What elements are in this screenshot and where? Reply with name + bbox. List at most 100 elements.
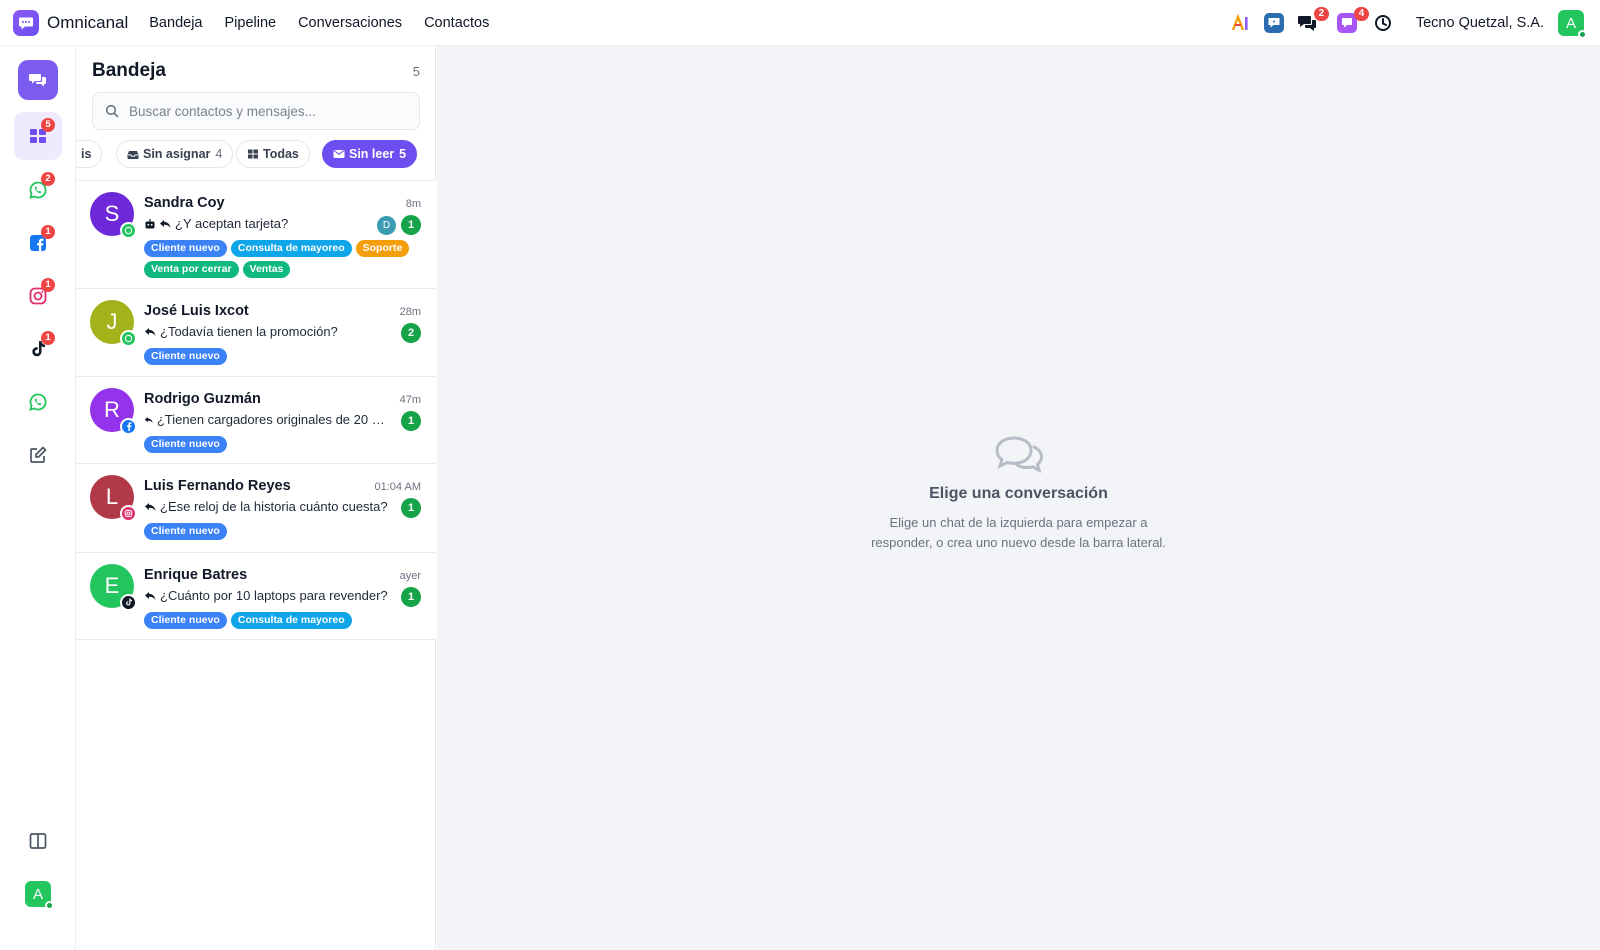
nav-pipeline[interactable]: Pipeline [224, 15, 276, 31]
message-text: ¿Cuánto por 10 laptops para revender? [160, 588, 388, 603]
unread-count: 1 [401, 215, 421, 235]
tag-list: Cliente nuevo [144, 436, 426, 453]
rail-badge: 1 [41, 331, 55, 345]
search-icon [105, 104, 119, 118]
rail-instagram[interactable]: 1 [14, 272, 62, 320]
tag-list: Cliente nuevo [144, 348, 426, 365]
message-text: ¿Ese reloj de la historia cuánto cuesta? [160, 499, 388, 514]
inbox-tray-icon [127, 151, 139, 159]
envelope-icon [333, 150, 345, 158]
nav-contactos[interactable]: Contactos [424, 15, 489, 31]
user-avatar: A [25, 881, 54, 910]
reply-icon [145, 591, 156, 600]
message-preview: ¿Cuánto por 10 laptops para revender? [144, 588, 390, 603]
columns-icon [29, 833, 47, 849]
brand[interactable]: Omnicanal [13, 9, 129, 36]
filter-chip-all[interactable]: Todas [236, 140, 310, 168]
tag-list: Cliente nuevo Consulta de mayoreo Soport… [144, 240, 426, 278]
tag-list: Cliente nuevo [144, 523, 426, 540]
rail-whatsapp-secondary[interactable] [14, 378, 62, 426]
chat-logo-icon [13, 9, 39, 36]
empty-state-description: Elige un chat de la izquierda para empez… [437, 513, 1600, 553]
rail-user-avatar[interactable]: A [14, 870, 62, 918]
message-time: 01:04 AM [374, 481, 421, 493]
filter-label: Sin asignar [143, 147, 211, 161]
filter-count: 4 [215, 147, 223, 161]
contact-avatar: L [90, 475, 137, 522]
user-avatar-letter: A [1565, 14, 1576, 32]
reply-icon [160, 219, 171, 228]
rail-facebook[interactable]: 1 [14, 219, 62, 267]
avatar-initial: E [104, 573, 120, 598]
conversation-item[interactable]: J José Luis Ixcot 28m ¿Todavía tienen la… [76, 289, 436, 377]
message-preview: ¿Tienen cargadores originales de 20 W pa… [144, 412, 390, 427]
tag: Venta por cerrar [144, 261, 239, 278]
tag: Cliente nuevo [144, 436, 227, 453]
message-time: 8m [405, 198, 421, 210]
message-text: ¿Tienen cargadores originales de 20 W pa… [156, 412, 390, 427]
unread-count: 1 [401, 498, 421, 518]
company-name[interactable]: Tecno Quetzal, S.A. [1416, 15, 1544, 31]
avatar-initial: L [105, 484, 119, 509]
tag: Consulta de mayoreo [230, 240, 352, 257]
inbox-title: Bandeja [92, 60, 166, 81]
conversation-item[interactable]: E Enrique Batres ayer ¿Cuánto por 10 lap… [76, 553, 436, 640]
conversation-item[interactable]: S Sandra Coy 8m ¿Y aceptan tarjeta? D 1 … [76, 181, 436, 289]
support-chat-icon[interactable] [1263, 12, 1285, 34]
filter-label: Sin leer [349, 147, 395, 161]
rail-badge: 2 [41, 172, 55, 186]
message-preview: ¿Ese reloj de la historia cuánto cuesta? [144, 499, 390, 514]
contact-avatar: R [90, 388, 137, 435]
messages-icon[interactable]: 2 [1296, 7, 1329, 34]
rail-tiktok[interactable]: 1 [14, 325, 62, 373]
filter-count: 5 [399, 147, 407, 161]
filter-chips: is Sin asignar 4 Todas Sin leer 5 [76, 140, 436, 170]
empty-state: Elige una conversación Elige un chat de … [437, 434, 1600, 553]
contact-name: Enrique Batres [144, 567, 248, 583]
rail-badge: 1 [41, 278, 55, 292]
main-nav: Bandeja Pipeline Conversaciones Contacto… [149, 15, 511, 31]
clock-icon[interactable] [1372, 12, 1394, 34]
rail-whatsapp[interactable]: 2 [14, 166, 62, 214]
message-time: ayer [399, 570, 421, 582]
filter-chip-unread[interactable]: Sin leer 5 [322, 140, 418, 168]
filter-label: Todas [263, 147, 299, 161]
search-box [92, 92, 420, 130]
tag-list: Cliente nuevo Consulta de mayoreo [144, 612, 426, 629]
search-input[interactable] [129, 103, 409, 119]
avatar-initial: J [106, 309, 118, 334]
ai-icon[interactable] [1230, 12, 1252, 34]
comments-icon [29, 74, 46, 87]
filter-label: is [81, 147, 92, 161]
conversations-home-button[interactable] [18, 60, 58, 100]
filter-chip-partial[interactable]: is [76, 140, 103, 168]
contact-avatar: E [90, 564, 137, 611]
empty-state-title: Elige una conversación [929, 485, 1108, 502]
tag: Cliente nuevo [144, 612, 227, 629]
top-bar: Omnicanal Bandeja Pipeline Conversacione… [0, 0, 1600, 46]
nav-bandeja[interactable]: Bandeja [149, 15, 202, 31]
avatar-initial: S [104, 201, 120, 226]
inbox-panel: Bandeja 5 is Sin asignar 4 Todas Sin lee… [76, 46, 436, 950]
message-text: ¿Y aceptan tarjeta? [175, 216, 289, 231]
app-name: Omnicanal [47, 12, 129, 32]
nav-conversaciones[interactable]: Conversaciones [298, 15, 402, 31]
rail-inbox-all[interactable]: 5 [14, 112, 62, 160]
message-preview: ¿Y aceptan tarjeta? [144, 216, 390, 231]
panel-toggle-button[interactable] [14, 817, 62, 865]
contact-name: José Luis Ixcot [144, 303, 249, 319]
user-avatar-letter: A [32, 885, 43, 903]
message-time: 28m [399, 306, 421, 318]
notifications-icon[interactable]: 4 [1336, 7, 1369, 34]
robot-icon [145, 218, 155, 228]
tiktok-badge-icon [120, 594, 137, 611]
conversation-item[interactable]: R Rodrigo Guzmán 47m ¿Tienen cargadores … [76, 377, 436, 464]
reply-icon [145, 502, 156, 511]
rail-compose[interactable] [14, 431, 62, 479]
rail-badge: 1 [41, 225, 55, 239]
online-indicator [45, 901, 54, 910]
user-avatar[interactable]: A [1558, 10, 1587, 39]
conversation-item[interactable]: L Luis Fernando Reyes 01:04 AM ¿Ese relo… [76, 464, 436, 553]
instagram-badge-icon [120, 505, 137, 522]
filter-chip-unassigned[interactable]: Sin asignar 4 [116, 140, 234, 168]
